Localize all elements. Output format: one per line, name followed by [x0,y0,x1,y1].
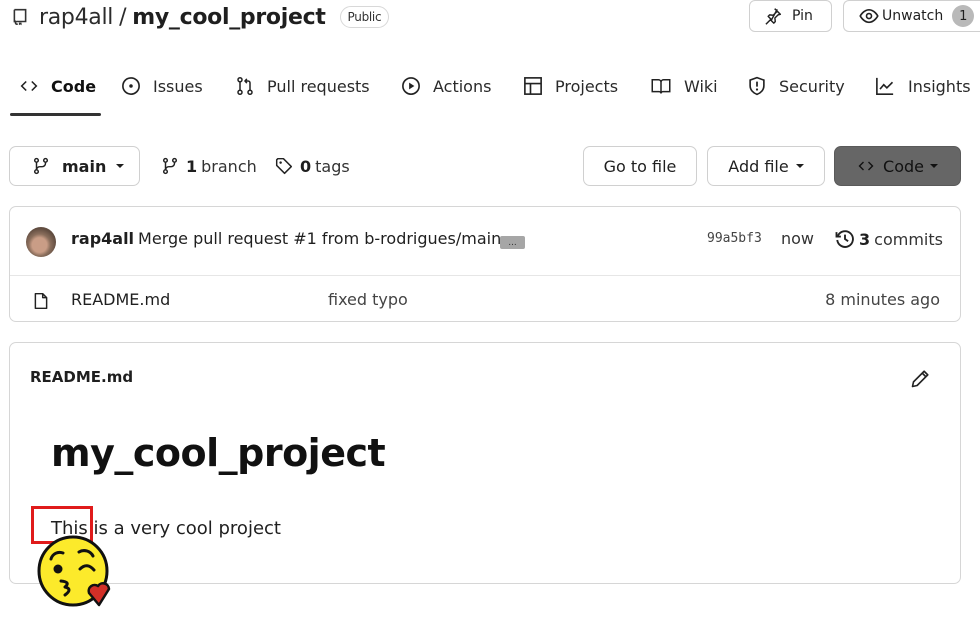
tag-icon [275,157,293,175]
tab-issues[interactable]: Issues [121,68,203,104]
pin-icon [765,8,782,25]
branch-label: branch [201,156,257,176]
shield-icon [749,76,765,96]
commits-history-link[interactable]: 3 commits [835,229,943,249]
pin-button[interactable]: Pin [749,0,832,32]
file-name-link[interactable]: README.md [71,290,170,309]
code-dropdown-button[interactable]: Code [834,146,961,186]
repo-name-link[interactable]: my_cool_project [132,5,326,30]
git-branch-icon [162,157,178,175]
avatar[interactable] [26,227,56,257]
watch-count-badge: 1 [952,5,975,27]
pencil-icon[interactable] [910,369,930,389]
tab-pull-requests-label: Pull requests [267,76,370,96]
latest-commit-row: rap4all Merge pull request #1 from b-rodr… [10,207,960,275]
pin-label: Pin [792,8,813,24]
tab-pull-requests[interactable]: Pull requests [235,68,370,104]
commit-summary: rap4all Merge pull request #1 from b-rodr… [71,229,501,248]
play-icon [402,77,420,95]
go-to-file-label: Go to file [603,156,677,176]
file-age: 8 minutes ago [825,290,940,309]
issue-icon [122,77,140,95]
chevron-down-icon [929,164,938,168]
branch-name: main [62,156,107,176]
repo-owner-link[interactable]: rap4all [39,5,113,30]
tab-security-label: Security [779,76,845,96]
repo-title: rap4all / my_cool_project Public [10,2,390,32]
go-to-file-button[interactable]: Go to file [583,146,697,186]
pull-request-icon [237,76,253,95]
commit-author-link[interactable]: rap4all [71,229,134,248]
tab-projects[interactable]: Projects [523,68,618,104]
file-icon [34,292,48,310]
tab-code-label: Code [51,76,97,96]
readme-panel: README.md my_cool_project This is a very… [9,342,961,584]
face-blowing-kiss-icon [37,535,111,607]
commit-sha-link[interactable]: 99a5bf3 [707,231,762,246]
tag-label: tags [315,156,350,176]
tab-issues-label: Issues [153,76,203,96]
tab-security[interactable]: Security [747,68,845,104]
path-separator: / [119,4,127,30]
tab-projects-label: Projects [555,76,619,96]
tab-wiki-label: Wiki [684,76,718,96]
repo-icon [13,8,27,26]
readme-heading: my_cool_project [51,431,386,475]
graph-icon [876,77,894,95]
table-icon [524,77,542,95]
tab-actions-label: Actions [433,76,492,96]
code-icon [858,161,874,171]
branches-link[interactable]: 1 branch [161,146,257,186]
visibility-badge: Public [339,6,390,28]
file-browser: rap4all Merge pull request #1 from b-rodr… [9,206,961,322]
chevron-down-icon [116,164,125,168]
tab-actions[interactable]: Actions [401,68,491,104]
tab-insights-label: Insights [908,76,971,96]
eye-icon [859,8,879,24]
branch-count: 1 [186,156,198,176]
commit-count: 3 [859,229,871,249]
git-branch-icon [33,157,49,175]
history-icon [835,230,854,248]
add-file-button[interactable]: Add file [707,146,825,186]
unwatch-button[interactable]: Unwatch 1 [843,0,980,32]
file-commit-message-link[interactable]: fixed typo [328,290,408,309]
chevron-down-icon [795,164,804,168]
tag-count: 0 [300,156,312,176]
branch-selector[interactable]: main [9,146,140,186]
active-tab-indicator [10,113,101,116]
tab-wiki[interactable]: Wiki [650,68,718,104]
file-row[interactable]: README.md fixed typo 8 minutes ago [10,275,960,323]
code-icon [20,80,38,92]
readme-filename-link[interactable]: README.md [30,368,133,386]
book-icon [651,79,671,94]
commit-time: now [781,229,815,248]
add-file-label: Add file [728,156,789,176]
repo-nav-tabs: Code Issues Pull requests Actions Projec… [0,68,980,116]
code-button-label: Code [883,156,924,176]
tab-code[interactable]: Code [19,68,96,104]
commit-label: commits [874,229,943,249]
unwatch-label: Unwatch [882,8,944,24]
commit-message-link[interactable]: Merge pull request #1 from b-rodrigues/m… [138,229,501,248]
expand-commit-message-button[interactable]: ... [500,236,525,249]
tab-insights[interactable]: Insights [874,68,971,104]
tags-link[interactable]: 0 tags [275,146,350,186]
